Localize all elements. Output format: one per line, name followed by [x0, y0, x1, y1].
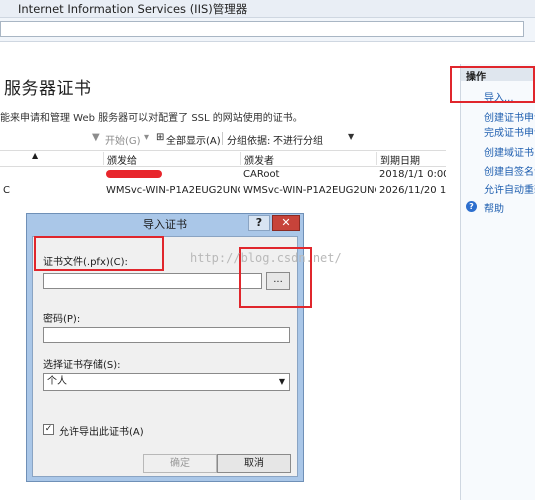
cert-file-input[interactable] — [43, 273, 262, 289]
page-title: 服务器证书 — [4, 79, 92, 99]
chevron-down-icon[interactable]: ▼ — [279, 374, 285, 390]
cell-expiry: 2018/1/1 0:00:0 — [379, 169, 446, 180]
store-label: 选择证书存储(S): — [43, 360, 121, 371]
window-titlebar: Internet Information Services (IIS)管理器 — [0, 0, 535, 18]
filter-icon[interactable]: ▼ — [92, 132, 100, 143]
action-create-self-signed[interactable]: 创建自签名证 — [484, 163, 535, 178]
cell-name: C — [3, 185, 10, 196]
import-certificate-dialog: 导入证书 ? ✕ 证书文件(.pfx)(C): ... 密码(P): 选择证书存… — [26, 213, 304, 482]
start-dropdown-icon[interactable]: ▾ — [144, 132, 149, 143]
cert-store-value: 个人 — [47, 376, 67, 387]
table-row[interactable]: CARoot 2018/1/1 0:00:0 — [0, 167, 446, 183]
table-row[interactable]: C WMSvc-WIN-P1A2EUG2UNC WMSvc-WIN-P1A2EU… — [0, 183, 446, 199]
show-all-icon[interactable]: ⊞ — [156, 132, 164, 143]
chevron-down-icon[interactable]: ▼ — [348, 132, 354, 141]
group-by-select[interactable]: 不进行分组 — [273, 132, 323, 147]
action-create-domain-cert[interactable]: 创建域证书... — [484, 144, 535, 159]
cell-issuer: CARoot — [243, 169, 280, 180]
password-label: 密码(P): — [43, 314, 81, 325]
certificate-table: ▲ 颁发给 颁发者 到期日期 CARoot 2018/1/1 0:00:0 C … — [0, 150, 446, 199]
column-issued-to[interactable]: 颁发给 — [103, 152, 240, 165]
action-create-request[interactable]: 创建证书申请 — [484, 109, 535, 124]
group-by-label: 分组依据: — [227, 136, 271, 147]
address-bar — [0, 18, 535, 42]
dialog-close-button[interactable]: ✕ — [272, 215, 300, 231]
show-all-button[interactable]: 全部显示(A) — [166, 132, 221, 147]
cell-issuer: WMSvc-WIN-P1A2EUG2UNC — [243, 185, 376, 196]
help-icon[interactable]: ? — [466, 201, 477, 212]
cert-file-label: 证书文件(.pfx)(C): — [43, 257, 128, 268]
toolbar: ▼ 开始(G) ▾ ⊞ 全部显示(A) 分组依据: 不进行分组 ▼ — [0, 130, 455, 148]
sort-ascending-icon[interactable]: ▲ — [32, 151, 38, 160]
password-input[interactable] — [43, 327, 290, 343]
allow-export-checkbox[interactable]: ✓ — [43, 424, 54, 435]
column-issuer[interactable]: 颁发者 — [240, 152, 376, 165]
cert-store-select[interactable]: 个人 ▼ — [43, 373, 290, 391]
window-title: Internet Information Services (IIS)管理器 — [18, 2, 248, 16]
redacted-issued-to — [103, 169, 240, 180]
cell-expiry: 2026/11/20 11 — [379, 185, 446, 196]
allow-export-label: 允许导出此证书(A) — [59, 427, 144, 438]
toolbar-divider — [222, 132, 223, 145]
action-help[interactable]: 帮助 — [484, 200, 504, 215]
action-auto-rebind[interactable]: 允许自动重新 — [484, 181, 535, 196]
actions-pane: 操作 导入... 创建证书申请 完成证书申请 创建域证书... 创建自签名证 允… — [460, 64, 535, 500]
actions-header: 操作 — [461, 68, 535, 83]
ok-button[interactable]: 确定 — [143, 454, 217, 473]
start-button[interactable]: 开始(G) — [105, 132, 141, 147]
page-description: 能来申请和管理 Web 服务器可以对配置了 SSL 的网站使用的证书。 — [0, 113, 303, 124]
browse-button[interactable]: ... — [266, 272, 290, 290]
table-header: ▲ 颁发给 颁发者 到期日期 — [0, 150, 446, 167]
cancel-button[interactable]: 取消 — [217, 454, 291, 473]
action-import[interactable]: 导入... — [484, 89, 514, 104]
dialog-body: 证书文件(.pfx)(C): ... 密码(P): 选择证书存储(S): 个人 … — [32, 236, 298, 477]
action-complete-request[interactable]: 完成证书申请 — [484, 124, 535, 139]
dialog-help-button[interactable]: ? — [248, 215, 270, 231]
cell-issued-to: WMSvc-WIN-P1A2EUG2UNC — [106, 185, 240, 196]
address-input[interactable] — [0, 21, 524, 37]
column-expiry[interactable]: 到期日期 — [376, 152, 446, 165]
